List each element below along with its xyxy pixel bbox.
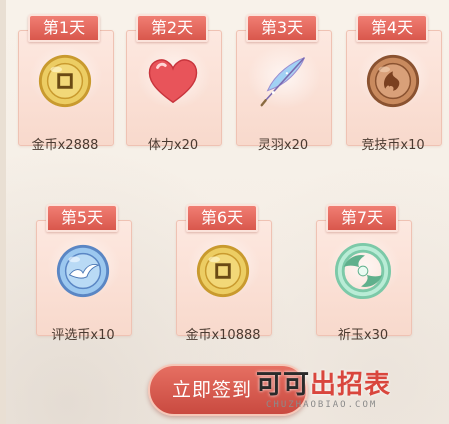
watermark-title-red: 出招表 (310, 370, 392, 400)
arena-coin-icon (366, 54, 420, 108)
day-tab: 第5天 (46, 204, 118, 232)
reward-card-day-7[interactable]: 第7天 祈玉x30 (316, 196, 412, 343)
reward-card-day-6[interactable]: 第6天 金币x10888 (176, 196, 272, 343)
day-tab: 第6天 (186, 204, 258, 232)
day-tab: 第3天 (246, 14, 318, 42)
watermark-logo: 可可出招表 CHUZHAOBIAO.COM (252, 364, 447, 422)
heart-icon (148, 59, 198, 104)
watermark-title-dark: 可可 (256, 370, 311, 400)
jade-icon (334, 242, 392, 300)
reward-label: 灵羽x20 (257, 138, 309, 153)
reward-card-day-1[interactable]: 第1天 金币x2888 (18, 6, 114, 153)
gold-coin-icon (38, 54, 92, 108)
reward-label: 祈玉x30 (337, 328, 389, 343)
day-tab: 第2天 (136, 14, 208, 42)
reward-label: 金币x2888 (31, 138, 99, 153)
gold-coin-icon (196, 244, 250, 298)
reward-card-day-3[interactable]: 第3天 灵羽x20 (236, 6, 332, 153)
watermark-url: CHUZHAOBIAO.COM (266, 400, 378, 410)
reward-card-day-5[interactable]: 第5天 评选币x10 (36, 196, 132, 343)
day-tab: 第1天 (28, 14, 100, 42)
feather-icon (260, 57, 306, 107)
day-tab: 第7天 (326, 204, 398, 232)
watermark-title: 可可出招表 (256, 364, 391, 401)
day-tab: 第4天 (356, 14, 428, 42)
reward-card-day-4[interactable]: 第4天 竞技币x10 (346, 6, 442, 153)
reward-label: 评选币x10 (51, 328, 115, 343)
reward-card-day-2[interactable]: 第2天 体力x20 (126, 6, 222, 153)
reward-label: 竞技币x10 (361, 138, 425, 153)
panel-edge (0, 0, 6, 424)
reward-label: 体力x20 (147, 138, 199, 153)
reward-label: 金币x10888 (185, 328, 261, 343)
vote-coin-icon (56, 244, 110, 298)
